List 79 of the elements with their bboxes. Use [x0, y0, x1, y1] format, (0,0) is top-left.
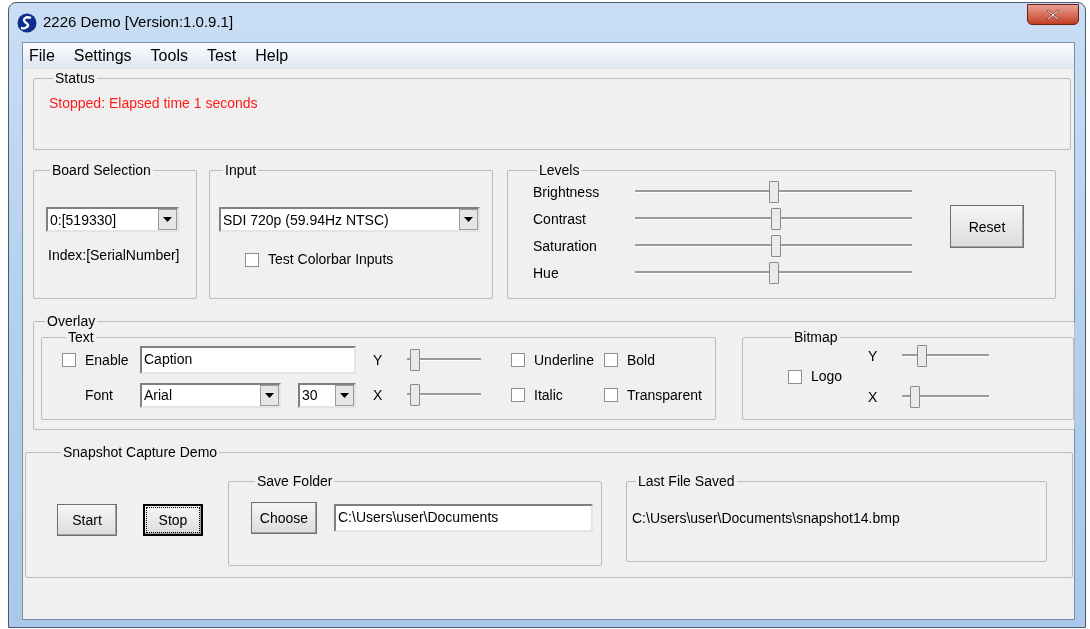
slider-thumb[interactable]: [410, 349, 421, 371]
group-title: Input: [224, 162, 258, 178]
slider-label: Saturation: [533, 236, 598, 256]
checkbox[interactable]: [788, 369, 802, 384]
slider-thumb[interactable]: [917, 345, 928, 367]
slider[interactable]: [635, 208, 912, 230]
group-title: Text: [67, 329, 95, 345]
checkbox-label: Logo: [811, 367, 843, 386]
checkbox[interactable]: [62, 353, 76, 367]
slider-thumb[interactable]: [909, 386, 920, 408]
caret-icon: [163, 217, 172, 222]
group-title: Last File Saved: [637, 473, 736, 489]
slider-thumb[interactable]: [771, 208, 782, 230]
axis-label: X: [868, 387, 879, 407]
field-label: Font: [85, 385, 113, 405]
button[interactable]: Stop: [143, 504, 203, 536]
slider-label: Brightness: [533, 182, 601, 202]
checkbox-label: Enable: [85, 350, 129, 370]
dropdown-button[interactable]: [335, 384, 354, 406]
checkbox[interactable]: [511, 353, 525, 367]
slider[interactable]: [407, 384, 481, 406]
dropdown-button[interactable]: [158, 209, 177, 230]
slider-label: Hue: [533, 263, 560, 283]
window-title: 2226 Demo [Version:1.0.9.1]: [43, 12, 234, 33]
menu-item[interactable]: File: [29, 45, 55, 66]
button[interactable]: Start: [57, 504, 117, 536]
menu-item[interactable]: Tools: [150, 45, 188, 66]
slider[interactable]: [635, 235, 912, 257]
group-title: Overlay: [46, 313, 97, 329]
checkbox[interactable]: [245, 252, 259, 267]
dropdown[interactable]: 0:[519330]: [46, 207, 179, 232]
dropdown[interactable]: 30: [298, 382, 356, 408]
caption-label: Index:[SerialNumber]: [48, 246, 181, 265]
group-title: Bitmap: [793, 329, 839, 345]
button[interactable]: Choose: [251, 502, 317, 534]
slider-thumb[interactable]: [768, 181, 779, 203]
group-title: Snapshot Capture Demo: [62, 444, 219, 460]
axis-label: Y: [373, 350, 383, 370]
dropdown-button[interactable]: [260, 384, 279, 406]
checkbox-label: Italic: [534, 385, 563, 405]
group-title: Save Folder: [256, 473, 334, 489]
close-button[interactable]: [1027, 4, 1079, 25]
caret-icon: [464, 217, 473, 222]
caret-icon: [340, 392, 349, 398]
slider-thumb[interactable]: [410, 384, 421, 406]
checkbox[interactable]: [604, 388, 618, 402]
text-field[interactable]: Caption: [140, 346, 356, 374]
status-message: Stopped: Elapsed time 1 seconds: [49, 94, 259, 113]
dropdown[interactable]: Arial: [140, 382, 281, 408]
checkbox-label: Underline: [534, 350, 594, 370]
slider[interactable]: [902, 386, 989, 408]
slider[interactable]: [635, 181, 912, 203]
group-title: Levels: [538, 162, 581, 178]
checkbox[interactable]: [604, 353, 618, 367]
slider[interactable]: [407, 349, 481, 371]
checkbox-label: Test Colorbar Inputs: [268, 250, 394, 269]
axis-label: Y: [868, 346, 879, 366]
menu-item[interactable]: Help: [255, 45, 289, 66]
slider[interactable]: [635, 262, 912, 284]
dropdown[interactable]: SDI 720p (59.94Hz NTSC): [219, 207, 480, 232]
menu-item[interactable]: Settings: [73, 45, 132, 66]
file-path: C:\Users\user\Documents\snapshot14.bmp: [632, 509, 901, 528]
slider-thumb[interactable]: [771, 235, 782, 257]
text-field[interactable]: C:\Users\user\Documents: [334, 504, 593, 532]
group-title: Status: [54, 70, 96, 86]
checkbox-label: Bold: [627, 350, 656, 370]
dropdown-button[interactable]: [459, 209, 478, 230]
slider[interactable]: [902, 345, 989, 367]
close-icon: [1047, 9, 1059, 20]
checkbox-label: Transparent: [627, 385, 702, 405]
checkbox[interactable]: [511, 388, 525, 402]
menu-item[interactable]: Test: [206, 45, 237, 66]
button[interactable]: Reset: [950, 205, 1024, 248]
logo-icon: [17, 12, 37, 33]
caret-icon: [265, 392, 274, 398]
slider-thumb[interactable]: [768, 262, 779, 284]
group-title: Board Selection: [51, 162, 152, 178]
axis-label: X: [373, 385, 383, 405]
slider-label: Contrast: [533, 209, 587, 229]
